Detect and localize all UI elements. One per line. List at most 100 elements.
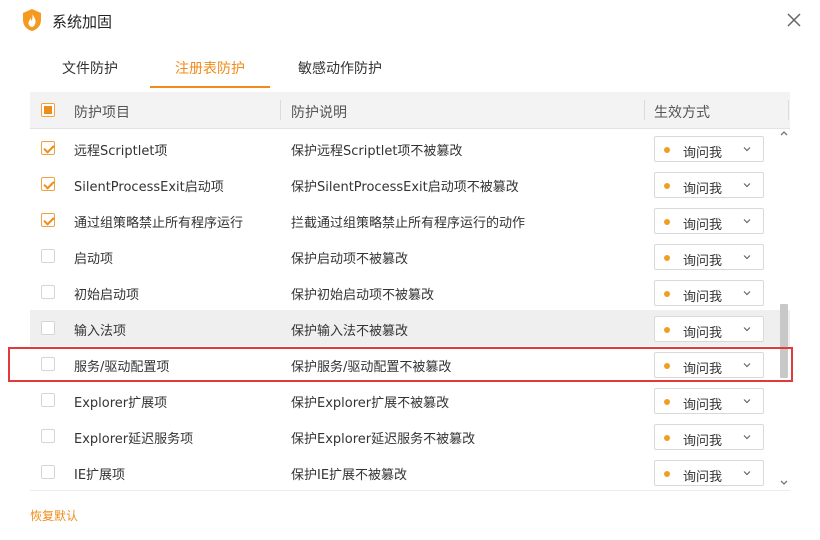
mode-dropdown[interactable]: 询问我 <box>654 172 764 198</box>
mode-dropdown[interactable]: 询问我 <box>654 388 764 414</box>
protection-item-desc: 保护启动项不被篡改 <box>291 252 409 267</box>
table-row[interactable]: 通过组策略禁止所有程序运行 拦截通过组策略禁止所有程序运行的动作 询问我 <box>30 202 790 238</box>
row-checkbox[interactable] <box>41 321 55 335</box>
protection-item-name: Explorer扩展项 <box>74 396 168 411</box>
chevron-down-icon <box>743 435 751 440</box>
chevron-down-icon <box>743 291 751 296</box>
divider <box>30 490 790 491</box>
mode-dropdown[interactable]: 询问我 <box>654 244 764 270</box>
chevron-down-icon <box>743 399 751 404</box>
tab-sensitive-action-protection[interactable]: 敏感动作防护 <box>270 50 410 88</box>
protection-item-desc: 拦截通过组策略禁止所有程序运行的动作 <box>291 216 526 231</box>
row-checkbox[interactable] <box>41 141 55 155</box>
row-checkbox[interactable] <box>41 357 55 371</box>
table-row[interactable]: IE扩展项 保护IE扩展不被篡改 询问我 <box>30 454 790 490</box>
column-divider <box>644 100 645 120</box>
restore-default-link[interactable]: 恢复默认 <box>30 507 78 524</box>
protection-item-desc: 保护服务/驱动配置不被篡改 <box>291 360 452 375</box>
table-row[interactable]: 初始启动项 保护初始启动项不被篡改 询问我 <box>30 274 790 310</box>
tab-registry-protection[interactable]: 注册表防护 <box>150 50 270 88</box>
mode-selected-value: 询问我 <box>683 326 723 341</box>
chevron-down-icon <box>743 255 751 260</box>
select-all-checkbox[interactable] <box>41 103 55 117</box>
mode-selected-value: 询问我 <box>683 362 723 377</box>
tab-file-protection[interactable]: 文件防护 <box>30 50 150 88</box>
protection-item-desc: 保护Explorer扩展不被篡改 <box>291 396 450 411</box>
header-mode: 生效方式 <box>654 105 710 121</box>
protection-item-name: 启动项 <box>74 252 114 267</box>
scroll-thumb[interactable] <box>780 304 788 378</box>
mode-selected-value: 询问我 <box>683 254 723 269</box>
chevron-down-icon <box>743 183 751 188</box>
table-row[interactable]: 启动项 保护启动项不被篡改 询问我 <box>30 238 790 274</box>
row-checkbox[interactable] <box>41 465 55 479</box>
row-checkbox[interactable] <box>41 285 55 299</box>
protection-item-name: 服务/驱动配置项 <box>74 360 170 375</box>
tab-bar: 文件防护 注册表防护 敏感动作防护 <box>30 50 790 88</box>
status-dot-icon <box>664 471 670 477</box>
table-row[interactable]: Explorer延迟服务项 保护Explorer延迟服务不被篡改 询问我 <box>30 418 790 454</box>
status-dot-icon <box>664 183 670 189</box>
table-row[interactable]: SilentProcessExit启动项 保护SilentProcessExit启… <box>30 166 790 202</box>
scroll-down-icon[interactable] <box>779 478 789 488</box>
table-row[interactable]: Explorer扩展项 保护Explorer扩展不被篡改 询问我 <box>30 382 790 418</box>
chevron-down-icon <box>743 219 751 224</box>
row-checkbox[interactable] <box>41 213 55 227</box>
protection-item-name: 远程Scriptlet项 <box>74 144 168 159</box>
protection-table: 防护项目 防护说明 生效方式 远程Scriptlet项 保护远程Scriptlet… <box>30 92 790 490</box>
table-header: 防护项目 防护说明 生效方式 <box>30 92 790 129</box>
protection-item-desc: 保护远程Scriptlet项不被篡改 <box>291 144 463 159</box>
protection-item-name: SilentProcessExit启动项 <box>74 180 224 195</box>
scroll-up-icon[interactable] <box>779 128 789 138</box>
protection-item-name: 输入法项 <box>74 324 127 339</box>
mode-selected-value: 询问我 <box>683 398 723 413</box>
mode-selected-value: 询问我 <box>683 146 723 161</box>
protection-item-desc: 保护初始启动项不被篡改 <box>291 288 435 303</box>
chevron-down-icon <box>743 327 751 332</box>
mode-selected-value: 询问我 <box>683 470 723 485</box>
row-checkbox[interactable] <box>41 249 55 263</box>
status-dot-icon <box>664 291 670 297</box>
mode-dropdown[interactable]: 询问我 <box>654 280 764 306</box>
mode-selected-value: 询问我 <box>683 182 723 197</box>
mode-selected-value: 询问我 <box>683 290 723 305</box>
protection-item-name: Explorer延迟服务项 <box>74 432 194 447</box>
protection-item-name: 初始启动项 <box>74 288 140 303</box>
protection-item-desc: 保护IE扩展不被篡改 <box>291 468 408 483</box>
status-dot-icon <box>664 255 670 261</box>
column-divider <box>280 100 281 120</box>
status-dot-icon <box>664 219 670 225</box>
protection-item-desc: 保护输入法不被篡改 <box>291 324 409 339</box>
protection-item-name: IE扩展项 <box>74 468 126 483</box>
window-title: 系统加固 <box>52 13 113 31</box>
mode-dropdown[interactable]: 询问我 <box>654 352 764 378</box>
mode-dropdown[interactable]: 询问我 <box>654 316 764 342</box>
mode-dropdown[interactable]: 询问我 <box>654 460 764 486</box>
status-dot-icon <box>664 363 670 369</box>
mode-selected-value: 询问我 <box>683 218 723 233</box>
row-checkbox[interactable] <box>41 429 55 443</box>
row-checkbox[interactable] <box>41 393 55 407</box>
protection-item-desc: 保护Explorer延迟服务不被篡改 <box>291 432 476 447</box>
mode-dropdown[interactable]: 询问我 <box>654 208 764 234</box>
row-checkbox[interactable] <box>41 177 55 191</box>
vertical-scrollbar[interactable] <box>777 128 791 490</box>
mode-selected-value: 询问我 <box>683 434 723 449</box>
mode-dropdown[interactable]: 询问我 <box>654 424 764 450</box>
mode-dropdown[interactable]: 询问我 <box>654 136 764 162</box>
status-dot-icon <box>664 399 670 405</box>
chevron-down-icon <box>743 363 751 368</box>
chevron-down-icon <box>743 147 751 152</box>
status-dot-icon <box>664 147 670 153</box>
table-row[interactable]: 远程Scriptlet项 保护远程Scriptlet项不被篡改 询问我 <box>30 130 790 166</box>
chevron-down-icon <box>743 471 751 476</box>
status-dot-icon <box>664 435 670 441</box>
flame-shield-icon <box>23 9 41 31</box>
protection-item-desc: 保护SilentProcessExit启动项不被篡改 <box>291 180 519 195</box>
status-dot-icon <box>664 327 670 333</box>
table-row[interactable]: 服务/驱动配置项 保护服务/驱动配置不被篡改 询问我 <box>30 346 790 382</box>
column-divider <box>788 100 789 120</box>
close-icon[interactable] <box>784 10 804 30</box>
table-row[interactable]: 输入法项 保护输入法不被篡改 询问我 <box>30 310 790 346</box>
header-desc: 防护说明 <box>291 105 347 121</box>
